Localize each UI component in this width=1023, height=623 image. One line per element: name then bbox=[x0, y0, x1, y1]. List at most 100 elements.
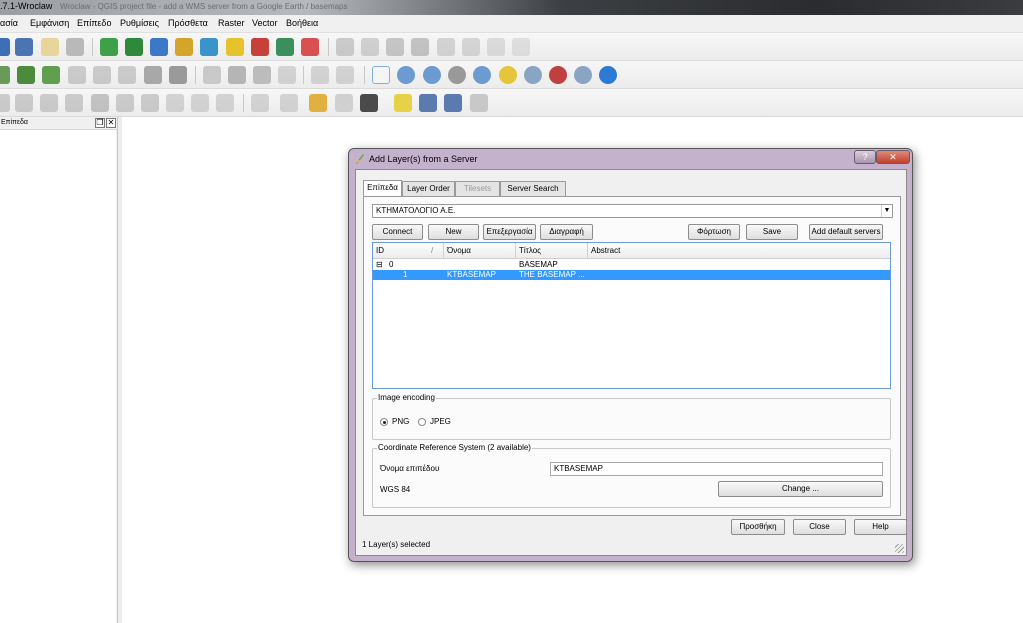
help-button[interactable]: Help bbox=[854, 519, 907, 535]
undo-icon[interactable] bbox=[141, 94, 159, 112]
map-tips-icon[interactable] bbox=[394, 94, 412, 112]
zoom-full-icon[interactable] bbox=[473, 66, 491, 84]
zoom-last-icon[interactable] bbox=[549, 66, 567, 84]
column-header-id[interactable]: ID / bbox=[373, 243, 444, 259]
add-vector-icon[interactable] bbox=[100, 38, 118, 56]
save-button[interactable]: Save bbox=[746, 224, 798, 240]
zoom-selection-icon[interactable] bbox=[499, 66, 517, 84]
dialog-close-button[interactable]: ✕ bbox=[876, 150, 910, 164]
save-edits-icon[interactable] bbox=[361, 38, 379, 56]
rotate-icon[interactable] bbox=[216, 94, 234, 112]
edit-pencil-icon[interactable] bbox=[336, 38, 354, 56]
load-button[interactable]: Φόρτωση bbox=[688, 224, 740, 240]
paste-icon[interactable] bbox=[512, 38, 530, 56]
tab-layers[interactable]: Επίπεδα bbox=[363, 180, 402, 196]
png-radio[interactable] bbox=[380, 418, 388, 426]
delete-button[interactable]: Διαγραφή bbox=[540, 224, 593, 240]
add-wfs-icon[interactable] bbox=[276, 38, 294, 56]
print-icon[interactable] bbox=[66, 38, 84, 56]
dialog-help-button[interactable]: ? bbox=[854, 150, 876, 164]
split-icon[interactable] bbox=[336, 66, 354, 84]
zoom-next-icon[interactable] bbox=[574, 66, 592, 84]
refresh-icon[interactable] bbox=[599, 66, 617, 84]
column-header-title[interactable]: Τίτλος bbox=[516, 243, 588, 259]
text-annotation-icon[interactable] bbox=[470, 94, 488, 112]
menu-layer[interactable]: Επίπεδο bbox=[77, 18, 111, 28]
layer-icon[interactable] bbox=[118, 66, 136, 84]
layer-icon[interactable] bbox=[42, 66, 60, 84]
measure-icon[interactable] bbox=[360, 94, 378, 112]
delete-ring-icon[interactable] bbox=[40, 94, 58, 112]
layer-icon[interactable] bbox=[0, 66, 10, 84]
menu-view[interactable]: Εμφάνιση bbox=[30, 18, 69, 28]
print-composer-icon[interactable] bbox=[41, 38, 59, 56]
menu-plugins[interactable]: Πρόσθετα bbox=[168, 18, 208, 28]
menu-settings[interactable]: Ρυθμίσεις bbox=[120, 18, 159, 28]
identify-icon[interactable] bbox=[251, 94, 269, 112]
change-label-icon[interactable] bbox=[253, 66, 271, 84]
close-button[interactable]: Close bbox=[793, 519, 846, 535]
menu-raster[interactable]: Raster bbox=[218, 18, 245, 28]
column-header-name[interactable]: Όνομα bbox=[444, 243, 516, 259]
menu-help[interactable]: Βοήθεια bbox=[286, 18, 318, 28]
column-header-abstract[interactable]: Abstract bbox=[588, 243, 890, 259]
add-raster-icon[interactable] bbox=[125, 38, 143, 56]
add-wcs-icon[interactable] bbox=[301, 38, 319, 56]
rotate-label-icon[interactable] bbox=[228, 66, 246, 84]
table-row-selected[interactable]: 1 KTBASEMAP THE BASEMAP ... bbox=[373, 270, 890, 280]
simplify-icon[interactable] bbox=[311, 66, 329, 84]
server-select[interactable]: ΚΤΗΜΑΤΟΛΟΓΙΟ Α.Ε. ▼ bbox=[372, 204, 893, 218]
save-as-icon[interactable] bbox=[15, 38, 33, 56]
jpeg-radio[interactable] bbox=[418, 418, 426, 426]
new-button[interactable]: New bbox=[428, 224, 479, 240]
node-tool-icon[interactable] bbox=[411, 38, 429, 56]
layer-icon[interactable] bbox=[144, 66, 162, 84]
move-label-icon[interactable] bbox=[278, 66, 296, 84]
add-button[interactable]: Προσθήκη bbox=[731, 519, 785, 535]
close-panel-icon[interactable]: ✕ bbox=[106, 118, 116, 128]
menu-project[interactable]: ασία bbox=[0, 18, 18, 28]
resize-grip-icon[interactable] bbox=[895, 544, 904, 553]
delete-selected-icon[interactable] bbox=[437, 38, 455, 56]
copy-icon[interactable] bbox=[487, 38, 505, 56]
digitize-icon[interactable] bbox=[68, 66, 86, 84]
add-spatialite-icon[interactable] bbox=[175, 38, 193, 56]
tab-layer-order[interactable]: Layer Order bbox=[402, 181, 455, 196]
select-icon[interactable] bbox=[280, 94, 298, 112]
tree-collapse-icon[interactable]: ⊟ bbox=[376, 260, 383, 270]
float-panel-icon[interactable]: ❐ bbox=[95, 118, 105, 128]
add-part-icon[interactable] bbox=[0, 94, 10, 112]
menu-vector[interactable]: Vector bbox=[252, 18, 278, 28]
move-feature-icon[interactable] bbox=[386, 38, 404, 56]
add-default-servers-button[interactable]: Add default servers bbox=[809, 224, 883, 240]
delete-part-icon[interactable] bbox=[65, 94, 83, 112]
zoom-icon[interactable] bbox=[448, 66, 466, 84]
pan-hand-icon[interactable] bbox=[372, 66, 390, 84]
offset-icon[interactable] bbox=[116, 94, 134, 112]
label-icon[interactable] bbox=[203, 66, 221, 84]
zoom-out-icon[interactable] bbox=[423, 66, 441, 84]
edit-button[interactable]: Επεξεργασία bbox=[483, 224, 536, 240]
table-row[interactable]: ⊟ 0 BASEMAP bbox=[373, 260, 890, 270]
save-project-icon[interactable] bbox=[0, 38, 10, 56]
new-shapefile-icon[interactable] bbox=[226, 38, 244, 56]
layer-icon[interactable] bbox=[169, 66, 187, 84]
layer-name-input[interactable]: KTBASEMAP bbox=[550, 462, 883, 476]
cut-icon[interactable] bbox=[462, 38, 480, 56]
bookmark-list-icon[interactable] bbox=[444, 94, 462, 112]
connect-button[interactable]: Connect bbox=[372, 224, 423, 240]
bookmark-icon[interactable] bbox=[419, 94, 437, 112]
digitize-icon[interactable] bbox=[93, 66, 111, 84]
add-postgis-icon[interactable] bbox=[150, 38, 168, 56]
add-wms-icon[interactable] bbox=[200, 38, 218, 56]
attribute-table-icon[interactable] bbox=[335, 94, 353, 112]
add-ring-icon[interactable] bbox=[15, 94, 33, 112]
reshape-icon[interactable] bbox=[91, 94, 109, 112]
layer-icon[interactable] bbox=[17, 66, 35, 84]
tab-server-search[interactable]: Server Search bbox=[500, 181, 566, 196]
layers-table[interactable]: ID / Όνομα Τίτλος Abstract ⊟ 0 BASEMAP 1… bbox=[372, 242, 891, 389]
layers-tree[interactable] bbox=[0, 130, 116, 623]
redo-icon[interactable] bbox=[166, 94, 184, 112]
deselect-icon[interactable] bbox=[309, 94, 327, 112]
change-crs-button[interactable]: Change ... bbox=[718, 481, 883, 497]
